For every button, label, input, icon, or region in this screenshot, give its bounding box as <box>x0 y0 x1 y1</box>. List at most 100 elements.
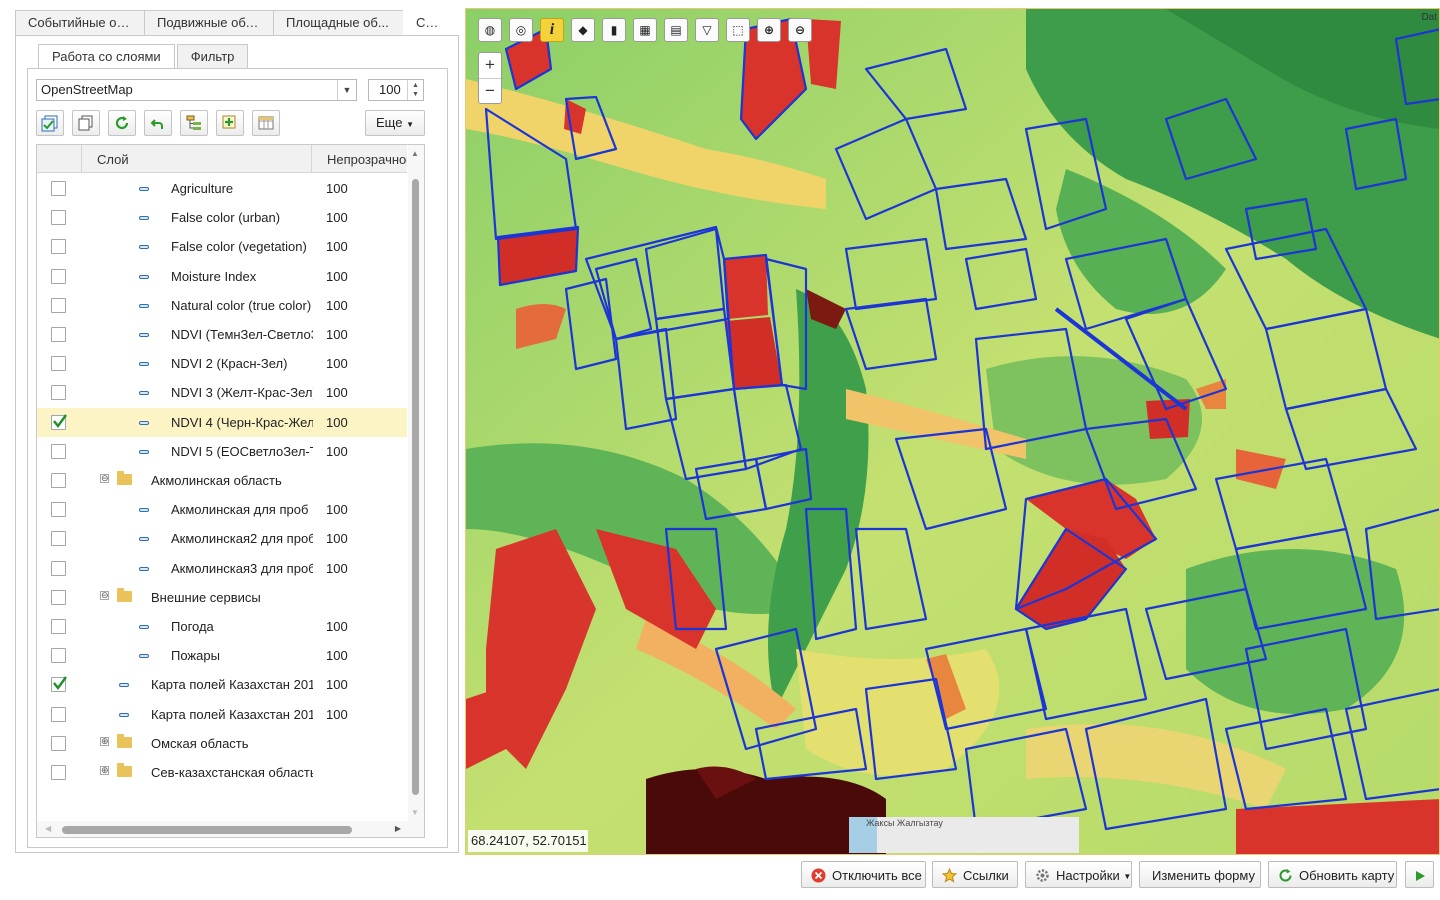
vertical-scrollbar[interactable]: ▲ ▼ <box>408 145 424 837</box>
globe-icon[interactable]: ◍ <box>478 18 502 42</box>
table-button[interactable] <box>252 110 280 136</box>
split-icon[interactable]: ◆ <box>571 18 595 42</box>
filter-icon[interactable]: ▽ <box>695 18 719 42</box>
table-row[interactable]: Карта полей Казахстан 2018 100 <box>37 670 407 699</box>
table-row[interactable]: NDVI 2 (Красн-Зел) 100 <box>37 349 407 378</box>
sub-tabs: Работа со слоями Фильтр <box>38 44 250 69</box>
layer-icon <box>139 508 149 513</box>
expand-toggle-icon[interactable]: ⊕ <box>100 766 109 775</box>
opacity-input[interactable]: 100 ▲ ▼ <box>368 79 424 101</box>
disable-all-button[interactable]: Отключить все <box>801 861 926 888</box>
measure-icon[interactable]: ▮ <box>602 18 626 42</box>
tab-area-objects[interactable]: Площадные об... <box>273 10 404 36</box>
layer-checkbox[interactable] <box>51 502 66 518</box>
settings-button[interactable]: Настройки ▼ <box>1025 861 1132 888</box>
scroll-left-icon[interactable]: ◀ <box>45 824 51 833</box>
layer-checkbox[interactable] <box>51 589 66 605</box>
table-row[interactable]: False color (urban) 100 <box>37 203 407 232</box>
table-row[interactable]: ⊕ Омская область <box>37 729 407 758</box>
column-header-opacity[interactable]: Непрозрачнос <box>327 152 407 167</box>
zoom-in-button[interactable]: + <box>479 53 501 78</box>
layer-checkbox[interactable] <box>51 443 66 459</box>
layer-checkbox[interactable] <box>51 706 66 722</box>
print-icon[interactable]: ▦ <box>633 18 657 42</box>
column-divider[interactable] <box>311 145 312 173</box>
zoom-out-button[interactable]: − <box>479 78 501 103</box>
layer-checkbox[interactable] <box>51 473 66 488</box>
layer-checkbox[interactable] <box>51 327 66 342</box>
scroll-thumb-horizontal[interactable] <box>62 826 352 834</box>
base-layer-select[interactable]: OpenStreetMap ▼ <box>36 79 357 101</box>
select-icon[interactable]: ⬚ <box>726 18 750 42</box>
layer-checkbox[interactable] <box>51 356 66 372</box>
expand-toggle-icon[interactable]: ⊖ <box>100 590 109 600</box>
layer-checkbox[interactable] <box>51 297 66 313</box>
refresh-map-button[interactable]: Обновить карту <box>1268 861 1397 888</box>
table-row[interactable]: NDVI 3 (Желт-Крас-Зел) 100 <box>37 378 407 407</box>
table-row[interactable]: Акмолинская2 для проб 100 <box>37 524 407 553</box>
layer-checkbox[interactable] <box>51 676 67 693</box>
play-button[interactable] <box>1405 861 1434 888</box>
tab-events[interactable]: Событийные об... <box>15 10 145 36</box>
chevron-down-icon[interactable]: ▼ <box>337 80 356 100</box>
copy-button[interactable] <box>72 110 100 136</box>
table-row[interactable]: Погода 100 <box>37 612 407 641</box>
table-row[interactable]: NDVI 4 (Черн-Крас-Желт 100 <box>37 407 407 437</box>
undo-button[interactable] <box>144 110 172 136</box>
tab-moving-objects[interactable]: Подвижные объ... <box>144 10 274 36</box>
export-icon[interactable]: ▤ <box>664 18 688 42</box>
table-row[interactable]: ⊖ Акмолинская область <box>37 466 407 495</box>
tab-filter[interactable]: Фильтр <box>176 44 249 69</box>
layer-checkbox[interactable] <box>51 648 66 664</box>
layer-checkbox[interactable] <box>51 531 66 547</box>
table-row[interactable]: Moisture Index 100 <box>37 262 407 291</box>
coordinates-readout: 68.24107, 52.70151 <box>468 830 588 852</box>
layer-checkbox[interactable] <box>51 210 66 226</box>
ndvi-map-image[interactable] <box>466 9 1440 855</box>
tree-expand-button[interactable] <box>180 110 208 136</box>
table-row[interactable]: NDVI 5 (ЕОСветлоЗел-Те 100 <box>37 437 407 466</box>
scroll-right-icon[interactable]: ▶ <box>395 824 401 833</box>
target-icon[interactable]: ◎ <box>509 18 533 42</box>
tab-layers[interactable]: Слои <box>403 10 457 36</box>
scroll-thumb[interactable] <box>412 179 419 795</box>
table-row[interactable]: ⊖ Внешние сервисы <box>37 583 407 612</box>
layer-checkbox[interactable] <box>51 413 67 430</box>
links-button[interactable]: Ссылки <box>932 861 1018 888</box>
layer-checkbox[interactable] <box>51 765 66 780</box>
table-row[interactable]: ⊕ Сев-казахстанская область <box>37 758 407 787</box>
table-row[interactable]: NDVI (ТемнЗел-Светло3 100 <box>37 320 407 349</box>
table-row[interactable]: Natural color (true color) 100 <box>37 291 407 320</box>
layer-checkbox[interactable] <box>51 735 66 751</box>
layer-checkbox[interactable] <box>51 619 66 634</box>
scroll-down-icon[interactable]: ▼ <box>411 808 419 817</box>
refresh-button[interactable] <box>108 110 136 136</box>
expand-toggle-icon[interactable]: ⊕ <box>100 736 109 746</box>
layer-checkbox[interactable] <box>51 181 66 196</box>
table-row[interactable]: Карта полей Казахстан 2019 100 <box>37 700 407 729</box>
horizontal-scrollbar[interactable]: ◀ ▶ <box>37 821 409 837</box>
column-header-layer[interactable]: Слой <box>97 152 129 167</box>
table-row[interactable]: Agriculture 100 <box>37 174 407 203</box>
spinner-icon[interactable]: ▲ ▼ <box>407 80 423 100</box>
tab-work-with-layers[interactable]: Работа со слоями <box>38 44 175 69</box>
table-row[interactable]: Акмолинская для проб 1! 100 <box>37 495 407 524</box>
more-button[interactable]: Еще ▼ <box>365 110 425 136</box>
zoom-in-icon[interactable]: ⊕ <box>757 18 781 42</box>
layer-checkbox[interactable] <box>51 268 66 284</box>
add-layer-button[interactable] <box>216 110 244 136</box>
check-all-button[interactable] <box>36 110 64 136</box>
layer-icon <box>139 566 149 571</box>
info-icon[interactable]: i <box>540 18 564 42</box>
scroll-up-icon[interactable]: ▲ <box>411 149 419 158</box>
table-row[interactable]: Акмолинская3 для проб 100 <box>37 554 407 583</box>
change-form-button[interactable]: Изменить форму <box>1139 861 1261 888</box>
map-view[interactable]: ◍ ◎ i ◆ ▮ ▦ ▤ ▽ ⬚ ⊕ ⊖ + − Dat Жаксы Жалг… <box>465 8 1440 855</box>
expand-toggle-icon[interactable]: ⊖ <box>100 474 109 483</box>
zoom-out-icon[interactable]: ⊖ <box>788 18 812 42</box>
table-row[interactable]: Пожары 100 <box>37 641 407 670</box>
layer-checkbox[interactable] <box>51 239 66 255</box>
layer-checkbox[interactable] <box>51 385 66 401</box>
layer-checkbox[interactable] <box>51 560 66 576</box>
table-row[interactable]: False color (vegetation) 100 <box>37 232 407 261</box>
